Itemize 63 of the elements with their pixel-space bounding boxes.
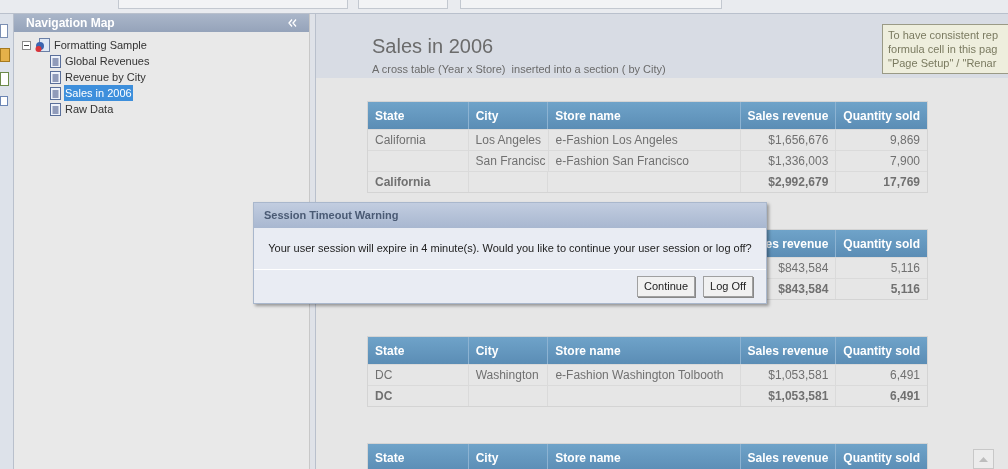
table-cell-text: e-Fashion Washington Tolbooth bbox=[555, 367, 724, 384]
dialog-title: Session Timeout Warning bbox=[264, 208, 399, 224]
table-cell-text: 6,491 bbox=[889, 367, 920, 384]
column-header: Quantity sold bbox=[843, 235, 920, 253]
tooltip-text: formula cell in this pag bbox=[888, 42, 999, 56]
table-cell-text: 6,491 bbox=[889, 388, 920, 405]
table-cell-text: $2,992,679 bbox=[768, 174, 829, 191]
table-cell-text: $1,336,003 bbox=[768, 153, 829, 170]
column-header: State bbox=[375, 107, 405, 125]
dialog-button[interactable]: Continue bbox=[637, 276, 696, 297]
table-cell-text: 5,116 bbox=[890, 281, 920, 298]
column-header: City bbox=[475, 342, 499, 360]
column-header: Store name bbox=[555, 107, 621, 125]
column-header: Sales revenue bbox=[747, 107, 829, 125]
column-header: State bbox=[375, 342, 405, 360]
column-header: City bbox=[475, 449, 499, 467]
document-icon bbox=[50, 70, 61, 84]
tree-item[interactable]: Raw Data bbox=[64, 100, 115, 118]
column-header: Quantity sold bbox=[843, 342, 920, 360]
tooltip-text: "Page Setup" / "Renar bbox=[888, 56, 998, 70]
tree-item[interactable]: Global Revenues bbox=[64, 52, 151, 70]
table-cell-text: 7,900 bbox=[889, 153, 920, 170]
tree-item[interactable]: Revenue by City bbox=[64, 68, 147, 86]
caret-up-icon bbox=[979, 456, 988, 462]
tooltip-text: To have consistent rep bbox=[888, 28, 1000, 42]
dialog-message: Your user session will expire in 4 minute(s). Would you like to continue your user session or log off? bbox=[268, 241, 752, 257]
column-header: City bbox=[475, 107, 499, 125]
report-title: Sales in 2006 bbox=[372, 34, 495, 58]
tree-item[interactable]: Formatting Sample bbox=[53, 36, 148, 54]
table-cell-text: 17,769 bbox=[883, 174, 920, 191]
table-cell-text: 5,116 bbox=[890, 260, 920, 277]
table-cell-text: DC bbox=[375, 388, 393, 405]
table-cell-text: $1,053,581 bbox=[768, 388, 829, 405]
table-cell-text: $843,584 bbox=[778, 281, 829, 298]
column-header: Quantity sold bbox=[843, 107, 920, 125]
page-icon[interactable] bbox=[0, 24, 8, 38]
document-icon bbox=[50, 54, 61, 68]
column-header: Sales revenue bbox=[747, 449, 829, 467]
collapse-icon[interactable] bbox=[22, 40, 31, 50]
table-cell-text: $843,584 bbox=[778, 260, 829, 277]
table-cell-text: 9,869 bbox=[889, 132, 920, 149]
table-cell-text: Washington bbox=[475, 367, 539, 384]
table-cell-text: DC bbox=[375, 367, 393, 384]
report-icon bbox=[34, 37, 50, 53]
collapse-panel-icon[interactable] bbox=[288, 19, 297, 27]
table-cell-text: San Francisc bbox=[475, 153, 546, 170]
table-cell-text: e-Fashion San Francisco bbox=[555, 153, 689, 170]
column-header: State bbox=[375, 449, 405, 467]
table-cell-text: $1,053,581 bbox=[768, 367, 829, 384]
dialog-button[interactable]: Log Off bbox=[703, 276, 753, 297]
document-icon bbox=[50, 102, 61, 116]
table-cell-text: California bbox=[375, 174, 431, 191]
report-subtitle: A cross table (Year x Store) inserted into a section ( by City) bbox=[372, 62, 666, 77]
column-header: Quantity sold bbox=[843, 449, 920, 467]
column-header: Sales revenue bbox=[747, 342, 829, 360]
column-header: Store name bbox=[555, 449, 621, 467]
table-cell-text: $1,656,676 bbox=[768, 132, 829, 149]
table-cell-text: e-Fashion Los Angeles bbox=[555, 132, 678, 149]
folder-icon[interactable] bbox=[0, 48, 10, 62]
table-cell-text: California bbox=[375, 132, 426, 149]
document-icon bbox=[50, 86, 61, 100]
table-cell-text: Los Angeles bbox=[475, 132, 541, 149]
column-header: Store name bbox=[555, 342, 621, 360]
